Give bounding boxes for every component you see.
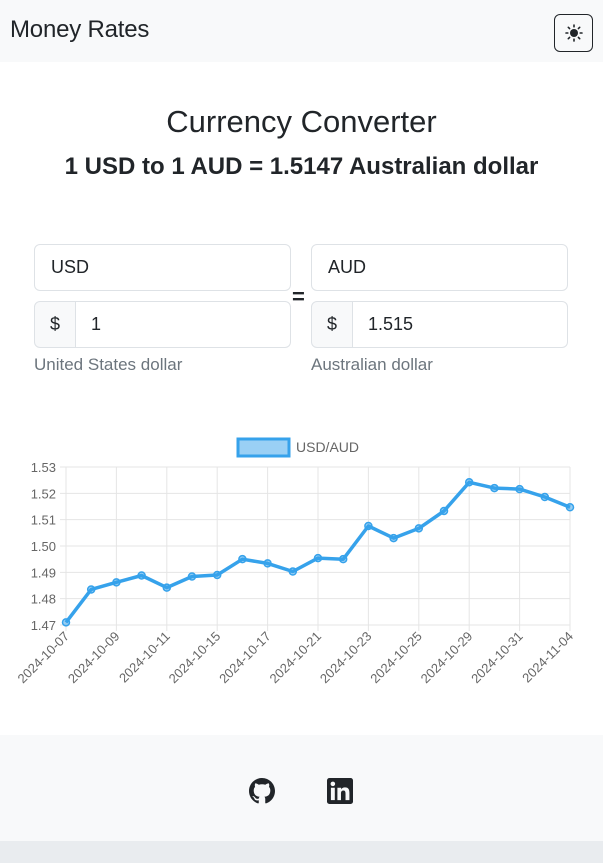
x-tick-label: 2024-10-11 xyxy=(116,629,173,686)
x-tick-label: 2024-10-17 xyxy=(216,629,274,687)
from-currency-symbol: $ xyxy=(34,301,76,348)
y-tick-label: 1.50 xyxy=(31,539,56,554)
data-point xyxy=(137,571,146,580)
data-point xyxy=(61,618,71,627)
sun-icon xyxy=(564,24,583,42)
page-title: Currency Converter xyxy=(166,104,437,139)
y-tick-label: 1.52 xyxy=(31,486,56,501)
x-tick-label: 2024-10-23 xyxy=(317,629,375,687)
data-point xyxy=(238,554,247,564)
from-currency-select[interactable]: USD xyxy=(34,244,291,291)
data-point xyxy=(212,570,222,580)
data-point xyxy=(414,524,424,533)
y-tick-label: 1.53 xyxy=(31,460,56,475)
legend-label: USD/AUD xyxy=(296,439,359,455)
data-point xyxy=(187,572,197,581)
data-point xyxy=(162,583,172,592)
to-currency-select[interactable]: AUD xyxy=(311,244,568,291)
data-point xyxy=(540,492,550,502)
data-point xyxy=(288,567,298,576)
x-tick-label: 2024-10-07 xyxy=(14,629,72,687)
navbar: Money Rates xyxy=(0,0,603,62)
to-amount-input[interactable]: 1.515 xyxy=(353,301,568,348)
data-point xyxy=(338,554,348,564)
x-tick-label: 2024-10-25 xyxy=(367,629,425,687)
brand-link[interactable]: Money Rates xyxy=(10,16,149,44)
data-point xyxy=(313,553,323,563)
x-tick-label: 2024-10-21 xyxy=(266,629,324,687)
data-point xyxy=(364,521,373,531)
to-currency-name: Australian dollar xyxy=(311,355,433,374)
x-tick-label: 2024-10-29 xyxy=(418,629,476,687)
data-point xyxy=(389,533,398,543)
data-point xyxy=(263,559,272,568)
equals-sign: = xyxy=(292,284,305,309)
y-tick-label: 1.51 xyxy=(31,513,56,528)
y-tick-label: 1.49 xyxy=(31,565,56,580)
data-point xyxy=(515,484,524,494)
data-point xyxy=(86,585,96,594)
to-amount-group: $ 1.515 xyxy=(311,301,568,348)
x-tick-label: 2024-10-15 xyxy=(166,629,224,687)
data-point xyxy=(565,503,575,512)
x-tick-label: 2024-11-04 xyxy=(519,629,576,686)
bottom-bar xyxy=(0,841,603,863)
x-tick-label: 2024-10-31 xyxy=(468,629,526,687)
linkedin-icon xyxy=(327,778,353,804)
from-amount-input[interactable]: 1 xyxy=(76,301,291,348)
data-point xyxy=(112,578,121,587)
y-tick-label: 1.47 xyxy=(31,618,56,633)
github-icon xyxy=(249,778,275,804)
data-point xyxy=(490,483,499,493)
github-link[interactable] xyxy=(249,778,275,804)
theme-toggle-button[interactable] xyxy=(554,14,593,52)
legend-swatch xyxy=(236,437,291,458)
linkedin-link[interactable] xyxy=(327,778,353,804)
conversion-summary: 1 USD to 1 AUD = 1.5147 Australian dolla… xyxy=(64,153,539,180)
data-point xyxy=(464,478,474,487)
exchange-rate-chart: USD/AUD1.531.521.511.501.491.481.472024-… xyxy=(14,437,576,687)
data-point xyxy=(439,506,449,516)
y-tick-label: 1.48 xyxy=(31,592,56,607)
to-currency-symbol: $ xyxy=(311,301,353,348)
from-amount-group: $ 1 xyxy=(34,301,291,348)
x-tick-label: 2024-10-09 xyxy=(65,629,123,687)
footer xyxy=(0,735,603,841)
from-currency-name: United States dollar xyxy=(34,355,183,374)
